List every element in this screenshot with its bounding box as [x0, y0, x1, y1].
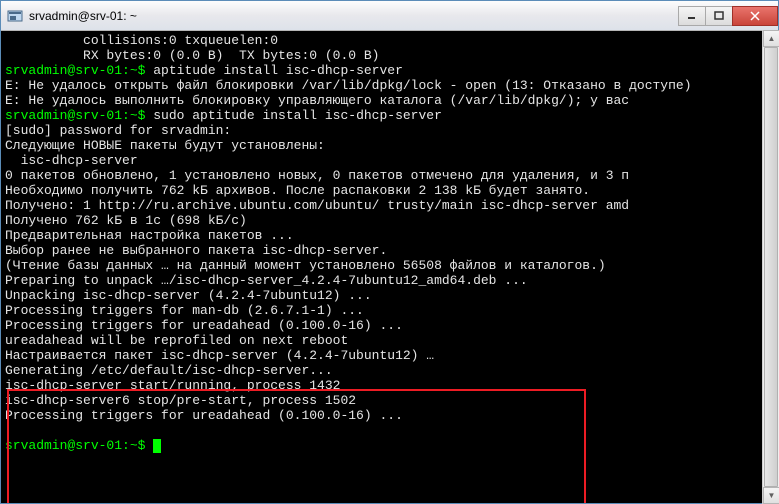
output-line: Настраивается пакет isc-dhcp-server (4.2…	[5, 348, 774, 363]
output-line: 0 пакетов обновлено, 1 установлено новых…	[5, 168, 774, 183]
scroll-track[interactable]	[763, 47, 779, 487]
output-line: E: Не удалось выполнить блокировку управ…	[5, 93, 774, 108]
output-line	[5, 423, 774, 438]
output-line: Processing triggers for man-db (2.6.7.1-…	[5, 303, 774, 318]
app-icon	[7, 8, 23, 24]
output-line: (Чтение базы данных … на данный момент у…	[5, 258, 774, 273]
output-line: Processing triggers for ureadahead (0.10…	[5, 408, 774, 423]
output-line: E: Не удалось открыть файл блокировки /v…	[5, 78, 774, 93]
prompt: srvadmin@srv-01:~$	[5, 438, 153, 453]
output-line: Unpacking isc-dhcp-server (4.2.4-7ubuntu…	[5, 288, 774, 303]
command: sudo aptitude install isc-dhcp-server	[153, 108, 442, 123]
output-line: Необходимо получить 762 kБ архивов. Посл…	[5, 183, 774, 198]
output-line: RX bytes:0 (0.0 B) TX bytes:0 (0.0 B)	[5, 48, 774, 63]
window-title: srvadmin@srv-01: ~	[29, 9, 679, 23]
output-line: Выбор ранее не выбранного пакета isc-dhc…	[5, 243, 774, 258]
terminal-window: srvadmin@srv-01: ~ collisions:0 txqueuel…	[0, 0, 779, 504]
maximize-button[interactable]	[705, 6, 733, 26]
command: aptitude install isc-dhcp-server	[153, 63, 403, 78]
output-line: Generating /etc/default/isc-dhcp-server.…	[5, 363, 774, 378]
output-line: [sudo] password for srvadmin:	[5, 123, 774, 138]
prompt-line: srvadmin@srv-01:~$	[5, 438, 774, 453]
vertical-scrollbar[interactable]: ▲ ▼	[762, 30, 779, 504]
output-line: isc-dhcp-server start/running, process 1…	[5, 378, 774, 393]
scroll-up-button[interactable]: ▲	[763, 30, 779, 47]
output-line: ureadahead will be reprofiled on next re…	[5, 333, 774, 348]
prompt: srvadmin@srv-01:~$	[5, 63, 153, 78]
output-line: isc-dhcp-server	[5, 153, 774, 168]
close-button[interactable]	[732, 6, 778, 26]
output-line: Следующие НОВЫЕ пакеты будут установлены…	[5, 138, 774, 153]
minimize-button[interactable]	[678, 6, 706, 26]
titlebar[interactable]: srvadmin@srv-01: ~	[1, 1, 778, 31]
prompt-line: srvadmin@srv-01:~$ aptitude install isc-…	[5, 63, 774, 78]
output-line: Preparing to unpack …/isc-dhcp-server_4.…	[5, 273, 774, 288]
output-line: Получено: 1 http://ru.archive.ubuntu.com…	[5, 198, 774, 213]
output-line: Предварительная настройка пакетов ...	[5, 228, 774, 243]
scroll-thumb[interactable]	[764, 47, 778, 487]
prompt-line: srvadmin@srv-01:~$ sudo aptitude install…	[5, 108, 774, 123]
window-controls	[679, 6, 778, 26]
terminal-area[interactable]: collisions:0 txqueuelen:0 RX bytes:0 (0.…	[1, 31, 778, 503]
output-line: isc-dhcp-server6 stop/pre-start, process…	[5, 393, 774, 408]
cursor	[153, 439, 161, 453]
scroll-down-button[interactable]: ▼	[763, 487, 779, 504]
output-line: Processing triggers for ureadahead (0.10…	[5, 318, 774, 333]
output-line: collisions:0 txqueuelen:0	[5, 33, 774, 48]
output-line: Получено 762 kБ в 1с (698 kБ/с)	[5, 213, 774, 228]
prompt: srvadmin@srv-01:~$	[5, 108, 153, 123]
